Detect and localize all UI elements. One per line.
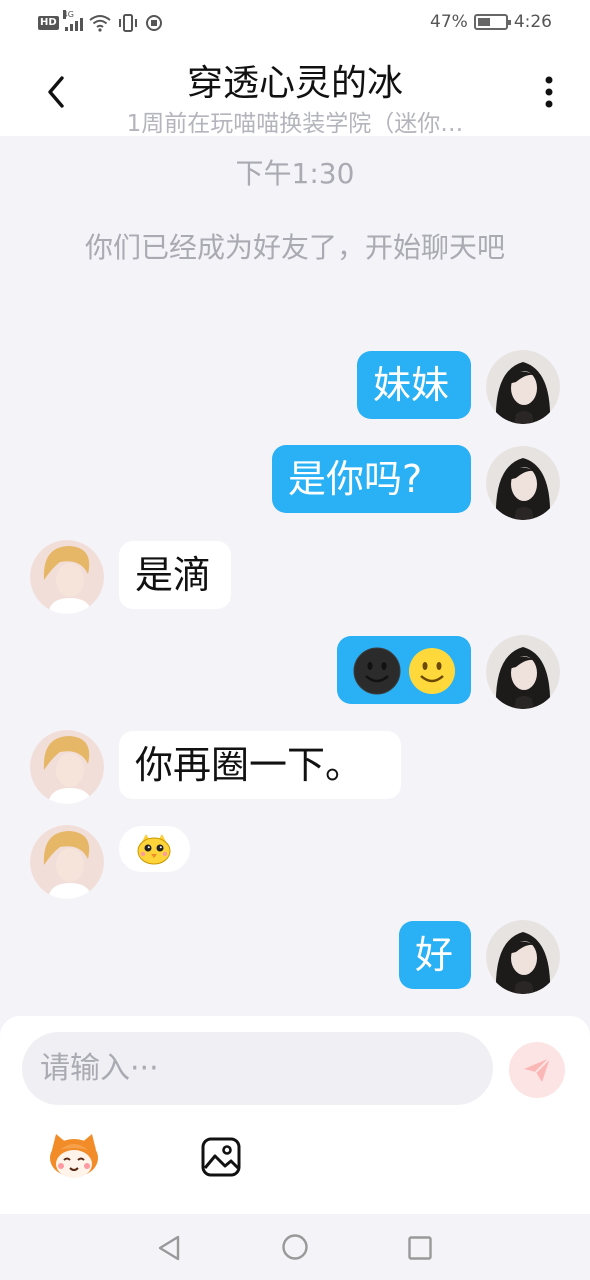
my-avatar[interactable] <box>486 635 560 709</box>
system-nav-bar <box>0 1214 590 1280</box>
nav-back-icon[interactable] <box>156 1234 182 1262</box>
message-text: 是你吗? <box>288 457 423 501</box>
send-button[interactable] <box>509 1042 565 1098</box>
my-emoji-bubble[interactable] <box>337 636 471 704</box>
message-text: 妹妹 <box>373 363 450 407</box>
my-message-bubble[interactable]: 是你吗? <box>272 445 471 513</box>
my-avatar[interactable] <box>486 920 560 994</box>
network-type: 4G <box>62 10 74 19</box>
contact-sticker-bubble[interactable] <box>119 826 190 872</box>
status-bar: HD 4G 47% 4:26 <box>0 0 590 48</box>
image-picker-icon[interactable] <box>200 1136 242 1178</box>
message-input[interactable]: 请输入··· <box>22 1032 493 1105</box>
dark-face-emoji <box>353 647 401 695</box>
message-text: 好 <box>415 933 454 977</box>
input-panel: 请输入··· <box>0 1016 590 1214</box>
contact-avatar[interactable] <box>30 730 104 804</box>
message-timestamp: 下午1:30 <box>235 157 355 190</box>
contact-avatar[interactable] <box>30 825 104 899</box>
chat-subtitle: 1周前在玩喵喵换装学院（迷你… <box>126 111 464 137</box>
more-menu-icon[interactable] <box>540 74 558 114</box>
nav-home-icon[interactable] <box>281 1233 309 1261</box>
fox-mascot-icon[interactable] <box>46 1132 102 1180</box>
message-text: 是滴 <box>135 553 212 597</box>
battery-percent: 47% <box>430 12 468 32</box>
nav-recents-icon[interactable] <box>407 1235 433 1261</box>
status-icons-right: 47% 4:26 <box>430 12 552 32</box>
clock: 4:26 <box>513 12 552 32</box>
my-avatar[interactable] <box>486 446 560 520</box>
vibrate-icon <box>118 14 137 32</box>
contact-message-bubble[interactable]: 你再圈一下。 <box>119 731 401 799</box>
my-avatar[interactable] <box>486 350 560 424</box>
hd-indicator: HD <box>38 16 59 30</box>
status-icons-left: HD 4G <box>38 10 163 32</box>
friend-added-notice: 你们已经成为好友了，开始聊天吧 <box>84 231 505 264</box>
yellow-chick-sticker <box>137 834 171 865</box>
smiley-face-emoji <box>409 648 455 694</box>
chat-title: 穿透心灵的冰 <box>186 63 403 104</box>
my-message-bubble[interactable]: 妹妹 <box>357 351 471 419</box>
my-message-bubble[interactable]: 好 <box>399 921 471 989</box>
chat-header: 穿透心灵的冰 1周前在玩喵喵换装学院（迷你… <box>0 48 590 137</box>
record-icon <box>145 15 162 31</box>
wifi-icon <box>89 15 111 32</box>
message-text: 你再圈一下。 <box>135 743 364 787</box>
contact-message-bubble[interactable]: 是滴 <box>119 541 231 609</box>
contact-avatar[interactable] <box>30 540 104 614</box>
battery-icon <box>473 14 511 30</box>
signal-icon: 4G <box>62 10 83 31</box>
paper-plane-icon <box>524 1057 551 1082</box>
